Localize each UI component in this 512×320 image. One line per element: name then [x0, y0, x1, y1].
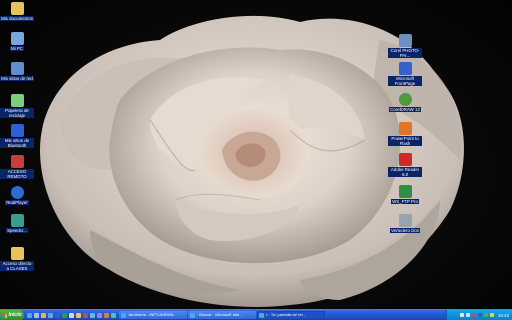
task-label: Jardinería - INFOJARDÍN... — [128, 312, 177, 317]
calculator-icon — [10, 214, 24, 227]
ql-desktop-icon[interactable] — [34, 312, 39, 318]
desktop-icon-mis-sitios-de-red[interactable]: Mis sitios de red — [0, 62, 34, 81]
computer-icon — [10, 32, 24, 45]
coreldraw-icon — [398, 93, 412, 106]
desktop-icon-frontpage[interactable]: Microsoft FrontPage — [388, 62, 422, 86]
recycle-bin-icon — [10, 94, 24, 107]
quick-launch-bar — [24, 312, 119, 318]
task-label: r - Tu! pantalla tu! fer... — [266, 312, 307, 317]
ql-app5-icon[interactable] — [97, 312, 102, 318]
tray-icons — [459, 313, 494, 317]
taskbar: Inicio Jardinería - INFOJARDÍN... : Busc… — [0, 309, 512, 320]
folder-shortcut-icon — [10, 247, 24, 260]
folder-documents-icon — [10, 2, 24, 15]
tray-antivirus-icon[interactable] — [471, 313, 476, 317]
desktop-icon-papelera[interactable]: Papelera de reciclaje — [0, 94, 34, 118]
desktop-icon-ws-ftp-pro[interactable]: WS_FTP Pro — [388, 185, 422, 204]
desktop-icon-coreldraw[interactable]: CorelDRAW 12 — [388, 93, 422, 112]
corel-photopaint-icon — [398, 34, 412, 47]
ie-window-icon — [121, 312, 126, 318]
bluetooth-icon — [10, 124, 24, 137]
start-label: Inicio — [8, 312, 22, 318]
ql-app-icon[interactable] — [69, 312, 74, 318]
ws-ftp-icon — [398, 185, 412, 198]
ie-window-icon — [190, 312, 195, 318]
clock[interactable]: 19:42 — [498, 313, 509, 318]
ql-media-icon[interactable] — [41, 312, 46, 318]
ie-window-icon — [259, 312, 264, 318]
system-tray: 19:42 — [446, 310, 512, 320]
realplayer-icon — [10, 186, 24, 199]
desktop-icon-acceso-clases[interactable]: Acceso directo a CLASES — [0, 247, 34, 271]
tray-network-icon[interactable] — [465, 313, 470, 317]
desktop-icon-corel-photo-paint[interactable]: Corel PHOTO-PAI... — [388, 34, 422, 58]
desktop-icon-realplayer[interactable]: RealPlayer — [0, 186, 34, 205]
tray-messenger-icon[interactable] — [483, 313, 488, 317]
desktop-icon-vertedero-dos[interactable]: Vertedero Dos — [388, 214, 422, 233]
task-button-jardineria[interactable]: Jardinería - INFOJARDÍN... — [119, 311, 187, 319]
desktop-wallpaper — [0, 0, 512, 309]
ql-excel-icon[interactable] — [62, 312, 67, 318]
frontpage-icon — [398, 62, 412, 75]
desktop-icon-bluetooth[interactable]: Mis sitios de Bluetooth — [0, 124, 34, 148]
desktop-icon-acceso-remoto[interactable]: ACCESO REMOTO — [0, 155, 34, 179]
adobe-reader-icon — [398, 153, 412, 166]
desktop-icon-speedcrunch[interactable]: Speedcr... — [0, 214, 34, 233]
task-buttons: Jardinería - INFOJARDÍN... : Buscar - Mi… — [119, 311, 326, 319]
task-label: : Buscar - Microsoft Inte... — [197, 312, 243, 317]
ql-outlook-icon[interactable] — [48, 312, 53, 318]
ql-app4-icon[interactable] — [90, 312, 95, 318]
desktop-icon-mis-documentos[interactable]: Mis documentos — [0, 2, 34, 21]
ql-word-icon[interactable] — [55, 312, 60, 318]
ql-app2-icon[interactable] — [76, 312, 81, 318]
desktop-icon-adobe-reader[interactable]: Adobe Reader 6.0 — [388, 153, 422, 177]
powerpoint-flash-icon — [398, 122, 412, 135]
network-icon — [10, 62, 24, 75]
ql-ie-icon[interactable] — [27, 312, 32, 318]
windows-flag-icon — [2, 312, 8, 318]
start-button[interactable]: Inicio — [0, 309, 24, 320]
desktop-icon-powerpoint-flash[interactable]: PowerPoint to Flash — [388, 122, 422, 146]
ql-app7-icon[interactable] — [111, 312, 116, 318]
remote-access-icon — [10, 155, 24, 168]
ql-app3-icon[interactable] — [83, 312, 88, 318]
task-button-tu-pantalla[interactable]: r - Tu! pantalla tu! fer... — [257, 311, 325, 319]
desktop-icon-mi-pc[interactable]: Mi PC — [0, 32, 34, 51]
tray-volume-icon[interactable] — [459, 313, 464, 317]
rose-image — [40, 15, 464, 307]
ql-app6-icon[interactable] — [104, 312, 109, 318]
tray-bluetooth-icon[interactable] — [477, 313, 482, 317]
tray-update-icon[interactable] — [489, 313, 494, 317]
task-button-buscar[interactable]: : Buscar - Microsoft Inte... — [188, 311, 256, 319]
trash-icon — [398, 214, 412, 227]
